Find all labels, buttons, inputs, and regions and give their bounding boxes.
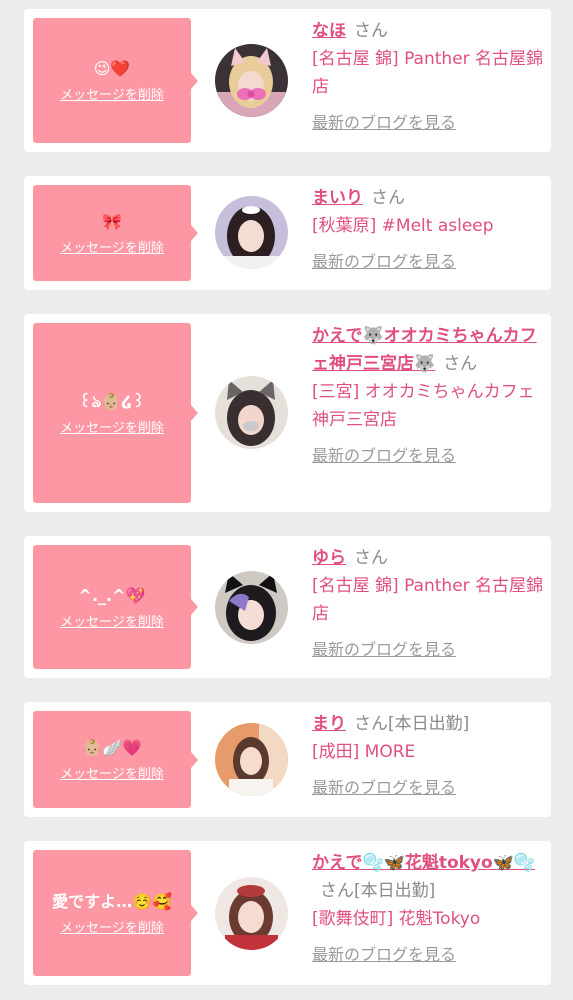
shop-name: [名古屋 錦] Panther 名古屋錦店 — [312, 576, 544, 624]
status-label: [本日出勤] — [354, 881, 436, 901]
san-suffix: さん — [320, 881, 354, 901]
message-text: 🎀 — [102, 211, 122, 231]
cast-info: まり さん[本日出勤] [成田] MORE 最新のブログを見る — [312, 710, 544, 798]
message-bubble: 👶🏼🪽💗 メッセージを削除 — [33, 711, 198, 808]
cast-name-link[interactable]: かえで🐺オオカミちゃんカフェ神戸三宮店🐺 — [312, 326, 537, 374]
cast-info: なほ さん [名古屋 錦] Panther 名古屋錦店 最新のブログを見る — [312, 17, 544, 133]
cat-ear-girl-avatar-icon — [215, 44, 288, 117]
message-text: ꒰ঌ👶🏼໒꒱ — [79, 391, 145, 411]
message-card: 👶🏼🪽💗 メッセージを削除 まり さん[本日出勤] [成田] MORE 最新のブロ… — [24, 702, 551, 817]
message-card: ꒰ঌ👶🏼໒꒱ メッセージを削除 かえで🐺オオカミちゃんカフェ神戸三宮店🐺 さん [… — [24, 314, 551, 512]
message-bubble: ꒰ঌ👶🏼໒꒱ メッセージを削除 — [33, 323, 198, 503]
delete-message-link[interactable]: メッセージを削除 — [60, 611, 164, 630]
cast-name-link[interactable]: まいり — [312, 188, 363, 208]
san-suffix: さん — [354, 714, 388, 734]
girl-avatar-icon — [215, 196, 288, 269]
latest-blog-link[interactable]: 最新のブログを見る — [312, 774, 456, 798]
avatar[interactable] — [215, 571, 288, 644]
avatar[interactable] — [215, 877, 288, 950]
san-suffix: さん — [354, 21, 388, 41]
san-suffix: さん — [371, 188, 405, 208]
delete-message-link[interactable]: メッセージを削除 — [60, 417, 164, 436]
shop-name: [三宮] オオカミちゃんカフェ神戸三宮店 — [312, 382, 535, 430]
message-card: ^._.^💖 メッセージを削除 ゆら さん [名古屋 錦] Panther 名古屋… — [24, 536, 551, 678]
san-suffix: さん — [354, 548, 388, 568]
cat-ear-girl-avatar-icon — [215, 571, 288, 644]
avatar[interactable] — [215, 723, 288, 796]
name-line: ゆら さん — [312, 544, 544, 572]
message-bubble: 😉❤️ メッセージを削除 — [33, 18, 198, 143]
name-line: かえで🐺オオカミちゃんカフェ神戸三宮店🐺 さん — [312, 322, 544, 378]
avatar[interactable] — [215, 376, 288, 449]
message-bubble: 愛ですよ…☺️🥰 メッセージを削除 — [33, 850, 198, 976]
wolf-ear-girl-avatar-icon — [215, 376, 288, 449]
name-line: なほ さん — [312, 17, 544, 45]
message-card: 🎀 メッセージを削除 まいり さん [秋葉原] #Melt asleep 最新のブ… — [24, 176, 551, 290]
shop-name: [成田] MORE — [312, 742, 416, 762]
shop-name: [歌舞伎町] 花魁Tokyo — [312, 909, 481, 929]
shop-name: [秋葉原] #Melt asleep — [312, 216, 494, 236]
cast-info: まいり さん [秋葉原] #Melt asleep 最新のブログを見る — [312, 184, 544, 272]
cast-info: かえで🐺オオカミちゃんカフェ神戸三宮店🐺 さん [三宮] オオカミちゃんカフェ神戸… — [312, 322, 544, 466]
cast-name-link[interactable]: なほ — [312, 21, 346, 41]
message-bubble: 🎀 メッセージを削除 — [33, 185, 198, 281]
name-line: かえで🫧🦋花魁tokyo🦋🫧 さん[本日出勤] — [312, 849, 544, 905]
name-line: まいり さん — [312, 184, 544, 212]
avatar[interactable] — [215, 196, 288, 269]
latest-blog-link[interactable]: 最新のブログを見る — [312, 109, 456, 133]
delete-message-link[interactable]: メッセージを削除 — [60, 917, 164, 936]
san-suffix: さん — [443, 354, 478, 374]
cast-info: ゆら さん [名古屋 錦] Panther 名古屋錦店 最新のブログを見る — [312, 544, 544, 660]
cast-info: かえで🫧🦋花魁tokyo🦋🫧 さん[本日出勤] [歌舞伎町] 花魁Tokyo 最新… — [312, 849, 544, 965]
delete-message-link[interactable]: メッセージを削除 — [60, 237, 164, 256]
delete-message-link[interactable]: メッセージを削除 — [60, 84, 164, 103]
message-card: 😉❤️ メッセージを削除 なほ さん [名古屋 錦] Panther 名古屋錦店 … — [24, 9, 551, 152]
girl-avatar-icon — [215, 877, 288, 950]
name-line: まり さん[本日出勤] — [312, 710, 544, 738]
cast-name-link[interactable]: ゆら — [312, 548, 346, 568]
message-text: 愛ですよ…☺️🥰 — [52, 891, 172, 911]
message-text: 👶🏼🪽💗 — [82, 738, 142, 757]
cast-name-link[interactable]: まり — [312, 714, 346, 734]
message-bubble: ^._.^💖 メッセージを削除 — [33, 545, 198, 669]
latest-blog-link[interactable]: 最新のブログを見る — [312, 636, 456, 660]
latest-blog-link[interactable]: 最新のブログを見る — [312, 941, 456, 965]
message-text: 😉❤️ — [93, 59, 131, 78]
status-label: [本日出勤] — [388, 714, 470, 734]
girl-avatar-icon — [215, 723, 288, 796]
cast-name-link[interactable]: かえで🫧🦋花魁tokyo🦋🫧 — [312, 853, 535, 873]
delete-message-link[interactable]: メッセージを削除 — [60, 763, 164, 782]
message-card: 愛ですよ…☺️🥰 メッセージを削除 かえで🫧🦋花魁tokyo🦋🫧 さん[本日出勤]… — [24, 841, 551, 985]
latest-blog-link[interactable]: 最新のブログを見る — [312, 442, 456, 466]
shop-name: [名古屋 錦] Panther 名古屋錦店 — [312, 49, 544, 97]
message-text: ^._.^💖 — [78, 585, 146, 605]
latest-blog-link[interactable]: 最新のブログを見る — [312, 248, 456, 272]
avatar[interactable] — [215, 44, 288, 117]
